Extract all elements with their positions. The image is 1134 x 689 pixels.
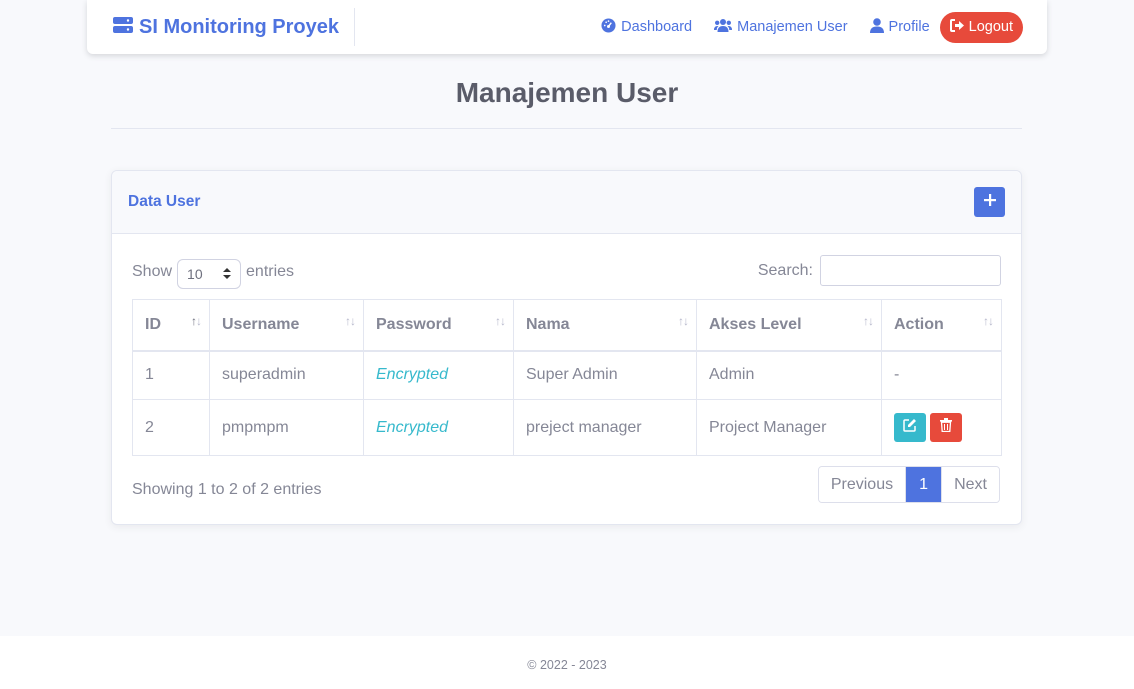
nav-dashboard[interactable]: Dashboard bbox=[601, 17, 693, 37]
table-info: Showing 1 to 2 of 2 entries bbox=[132, 481, 322, 498]
column-label: Nama bbox=[526, 315, 570, 333]
column-label: Action bbox=[894, 315, 944, 333]
brand-link[interactable]: SI Monitoring Proyek bbox=[87, 8, 355, 46]
table-header-row: ID ↑↓ Username ↑↓ Password ↑↓ Nama ↑↓ Akses … bbox=[132, 299, 1002, 352]
card-title: Data User bbox=[128, 193, 201, 210]
cell-action: - bbox=[881, 350, 1002, 400]
sort-icon: ↑↓ bbox=[345, 314, 356, 328]
user-icon bbox=[869, 17, 884, 37]
trash-icon bbox=[940, 418, 952, 437]
column-header-id[interactable]: ID ↑↓ bbox=[132, 299, 210, 352]
pagination: Previous 1 Next bbox=[817, 466, 1000, 503]
entries-label: entries bbox=[246, 263, 295, 280]
column-label: Username bbox=[222, 315, 300, 333]
cell-password: Encrypted bbox=[363, 350, 514, 400]
data-user-card: Data User Show 10 entries Search: ID ↑↓ … bbox=[111, 170, 1022, 525]
tachometer-icon bbox=[601, 17, 616, 37]
card-header: Data User bbox=[112, 171, 1021, 234]
nav-profile-label: Profile bbox=[888, 19, 930, 35]
users-icon bbox=[714, 18, 733, 36]
action-buttons bbox=[894, 413, 989, 442]
column-header-username[interactable]: Username ↑↓ bbox=[209, 299, 364, 352]
logout-button[interactable]: Logout bbox=[939, 11, 1023, 43]
nav-dashboard-label: Dashboard bbox=[621, 19, 693, 35]
table-controls: Show 10 entries Search: bbox=[132, 255, 1001, 289]
column-header-akses-level[interactable]: Akses Level ↑↓ bbox=[696, 299, 882, 352]
cell-id: 2 bbox=[132, 399, 210, 456]
table-row: 1 superadmin Encrypted Super Admin Admin… bbox=[132, 350, 1002, 400]
search-input[interactable] bbox=[820, 255, 1001, 286]
previous-button[interactable]: Previous bbox=[818, 467, 907, 502]
sort-icon: ↑↓ bbox=[678, 314, 689, 328]
entries-length: Show 10 entries bbox=[132, 255, 294, 289]
brand-title: SI Monitoring Proyek bbox=[139, 15, 340, 38]
column-label: Akses Level bbox=[709, 315, 802, 333]
sort-icon: ↑↓ bbox=[191, 314, 202, 328]
cell-akses-level: Admin bbox=[696, 350, 882, 400]
column-label: ID bbox=[145, 315, 161, 333]
sort-icon: ↑↓ bbox=[495, 314, 506, 328]
edit-button[interactable] bbox=[894, 413, 926, 442]
column-header-password[interactable]: Password ↑↓ bbox=[363, 299, 514, 352]
next-button[interactable]: Next bbox=[941, 467, 999, 502]
cell-id: 1 bbox=[132, 350, 210, 400]
sort-icon: ↑↓ bbox=[983, 314, 994, 328]
cell-username: pmpmpm bbox=[209, 399, 364, 456]
entries-select[interactable]: 10 bbox=[177, 259, 242, 289]
cell-nama: preject manager bbox=[513, 399, 697, 456]
cell-action bbox=[881, 399, 1002, 456]
search-label: Search: bbox=[757, 261, 813, 279]
cell-password: Encrypted bbox=[363, 399, 514, 456]
footer: © 2022 - 2023 bbox=[0, 636, 1134, 689]
edit-icon bbox=[903, 418, 917, 437]
brand-container: SI Monitoring Proyek bbox=[87, 8, 355, 46]
nav-links: Dashboard Manajemen User Profile Logout bbox=[601, 11, 1047, 43]
show-label: Show bbox=[132, 263, 173, 280]
table-search: Search: bbox=[758, 255, 1001, 286]
divider bbox=[111, 128, 1022, 129]
nav-profile[interactable]: Profile bbox=[869, 17, 930, 37]
column-label: Password bbox=[376, 315, 452, 333]
cell-nama: Super Admin bbox=[513, 350, 697, 400]
plus-icon bbox=[983, 193, 996, 211]
copyright-text: © 2022 - 2023 bbox=[527, 658, 607, 672]
table-row: 2 pmpmpm Encrypted preject manager Proje… bbox=[132, 399, 1002, 456]
select-arrows-icon bbox=[223, 266, 232, 282]
sort-icon: ↑↓ bbox=[863, 314, 874, 328]
logout-label: Logout bbox=[968, 19, 1013, 35]
server-icon bbox=[113, 16, 133, 39]
user-table: ID ↑↓ Username ↑↓ Password ↑↓ Nama ↑↓ Akses … bbox=[132, 299, 1002, 456]
page-title: Manajemen User bbox=[455, 77, 679, 108]
top-navbar: SI Monitoring Proyek Dashboard Manajemen… bbox=[87, 0, 1047, 54]
page-1-button[interactable]: 1 bbox=[906, 467, 942, 502]
sign-out-icon bbox=[949, 18, 965, 36]
delete-button[interactable] bbox=[930, 413, 962, 442]
cell-akses-level: Project Manager bbox=[696, 399, 882, 456]
nav-manajemen-user-label: Manajemen User bbox=[737, 19, 848, 35]
add-user-button[interactable] bbox=[974, 187, 1005, 217]
column-header-action[interactable]: Action ↑↓ bbox=[881, 299, 1002, 352]
entries-value: 10 bbox=[187, 266, 203, 282]
cell-username: superadmin bbox=[209, 350, 364, 400]
column-header-nama[interactable]: Nama ↑↓ bbox=[513, 299, 697, 352]
nav-manajemen-user[interactable]: Manajemen User bbox=[714, 18, 848, 36]
